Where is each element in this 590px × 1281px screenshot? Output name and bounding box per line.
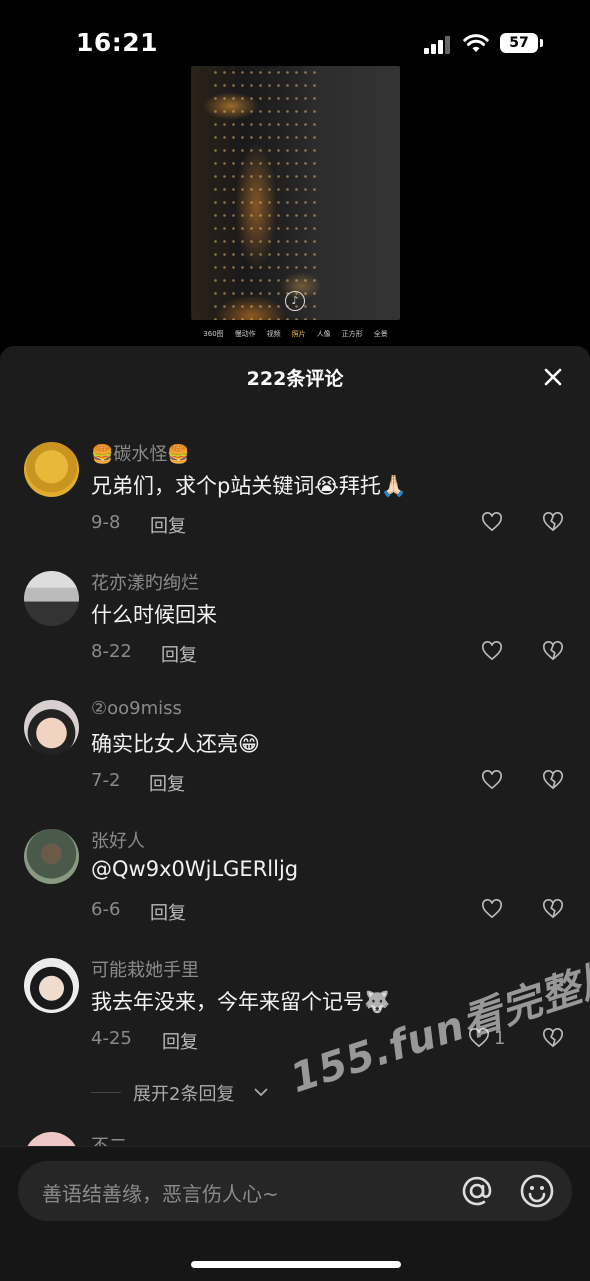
heart-outline-icon[interactable] (481, 512, 503, 532)
broken-heart-icon[interactable] (542, 899, 564, 919)
camera-mode: 慢动作 (234, 330, 256, 338)
close-icon[interactable] (540, 364, 566, 390)
cellular-signal-icon (424, 36, 452, 54)
comment-input[interactable]: 善语结善缘，恶言伤人心~ (18, 1161, 572, 1221)
comment-username[interactable]: ②oo9miss (91, 698, 182, 719)
comment-date: 4-25 (91, 1028, 132, 1049)
battery-tip (540, 39, 543, 47)
broken-heart-icon[interactable] (542, 770, 564, 790)
emoji-face-icon[interactable] (518, 1172, 556, 1210)
at-icon[interactable] (458, 1172, 496, 1210)
camera-mode-bar: 360图 慢动作 视频 照片 人像 正方形 全景 (191, 329, 400, 341)
video-preview[interactable]: ♪ (191, 66, 400, 320)
camera-mode-active: 照片 (291, 330, 306, 338)
comment-date: 6-6 (91, 899, 121, 920)
expand-divider (91, 1092, 121, 1093)
heart-outline-icon[interactable] (481, 641, 503, 661)
camera-mode: 正方形 (341, 330, 363, 338)
camera-mode: 全景 (373, 330, 388, 338)
comment-username[interactable]: 🍔碳水怪🍔 (91, 440, 190, 466)
camera-mode: 人像 (316, 330, 331, 338)
avatar[interactable] (24, 571, 79, 626)
heart-outline-icon[interactable] (481, 770, 503, 790)
comment-text: @Qw9x0WjLGERlljg (91, 857, 299, 881)
comment-text: 确实比女人还亮😁 (91, 732, 260, 756)
comment-text: 兄弟们，求个p站关键词😭拜托🙏🏻 (91, 474, 408, 498)
comment-text: 我去年没来，今年来留个记号🐺 (91, 990, 391, 1014)
comment-item: 可能栽她手里 我去年没来，今年来留个记号🐺 4-25 回复 1 (0, 958, 590, 1073)
chevron-down-icon (254, 1088, 268, 1097)
expand-replies-label: 展开2条回复 (133, 1084, 235, 1105)
comments-count-title: 222条评论 (246, 368, 344, 390)
music-disc-icon: ♪ (285, 291, 305, 311)
wifi-icon (463, 34, 489, 52)
status-time: 16:21 (76, 28, 159, 57)
comment-item: 🍔碳水怪🍔 兄弟们，求个p站关键词😭拜托🙏🏻 9-8 回复 (0, 442, 590, 557)
reply-button[interactable]: 回复 (149, 770, 185, 796)
comment-username[interactable]: 花亦漾旳绚烂 (91, 569, 199, 595)
broken-heart-icon[interactable] (542, 512, 564, 532)
broken-heart-icon[interactable] (542, 1028, 564, 1048)
avatar[interactable] (24, 442, 79, 497)
home-indicator[interactable] (191, 1261, 401, 1268)
comment-text: 什么时候回来 (91, 603, 217, 627)
camera-mode: 360图 (203, 330, 224, 338)
heart-outline-icon[interactable] (468, 1028, 490, 1048)
battery-indicator: 57 (500, 33, 538, 53)
broken-heart-icon[interactable] (542, 641, 564, 661)
comment-username[interactable]: 可能栽她手里 (91, 956, 199, 982)
reply-button[interactable]: 回复 (161, 641, 197, 667)
reply-button[interactable]: 回复 (150, 512, 186, 538)
comment-username[interactable]: 张好人 (91, 827, 145, 853)
comment-item: 花亦漾旳绚烂 什么时候回来 8-22 回复 (0, 571, 590, 686)
comment-item: ②oo9miss 确实比女人还亮😁 7-2 回复 (0, 698, 590, 815)
camera-mode: 视频 (266, 330, 281, 338)
comment-date: 9-8 (91, 512, 121, 533)
comment-date: 8-22 (91, 641, 132, 662)
comment-item: 张好人 @Qw9x0WjLGERlljg 6-6 回复 (0, 829, 590, 944)
comments-sheet: 222条评论 🍔碳水怪🍔 兄弟们，求个p站关键词😭拜托🙏🏻 9-8 回复 花亦漾… (0, 346, 590, 1280)
avatar[interactable] (24, 958, 79, 1013)
heart-outline-icon[interactable] (481, 899, 503, 919)
comment-input-placeholder: 善语结善缘，恶言伤人心~ (42, 1182, 279, 1206)
comment-date: 7-2 (91, 770, 121, 791)
reply-button[interactable]: 回复 (150, 899, 186, 925)
avatar[interactable] (24, 700, 79, 755)
city-lights (211, 66, 321, 320)
reply-button[interactable]: 回复 (162, 1028, 198, 1054)
avatar[interactable] (24, 829, 79, 884)
comment-input-bar: 善语结善缘，恶言伤人心~ (0, 1146, 590, 1281)
like-count: 1 (494, 1028, 506, 1049)
